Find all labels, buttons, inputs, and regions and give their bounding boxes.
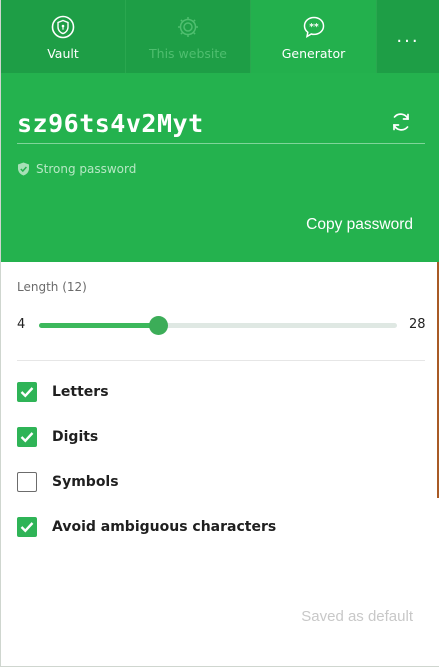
tab-this-website-label: This website xyxy=(149,46,227,61)
avoid-ambiguous-label: Avoid ambiguous characters xyxy=(52,519,277,535)
length-min: 4 xyxy=(17,317,26,332)
more-menu-button[interactable]: ... xyxy=(377,0,439,73)
more-icon: ... xyxy=(396,26,420,47)
tab-bar: Vault This website ** Generator ... xyxy=(1,0,439,73)
symbols-label: Symbols xyxy=(52,474,119,490)
check-icon xyxy=(20,522,34,533)
gear-icon xyxy=(178,17,198,37)
avoid-ambiguous-checkbox[interactable] xyxy=(17,517,37,537)
symbols-checkbox[interactable] xyxy=(17,472,37,492)
saved-as-default-button[interactable]: Saved as default xyxy=(301,608,413,625)
length-label: Length (12) xyxy=(17,280,87,294)
tab-generator-label: Generator xyxy=(281,46,346,61)
digits-label: Digits xyxy=(52,429,99,445)
tab-vault-label: Vault xyxy=(47,46,79,61)
password-underline xyxy=(17,143,425,144)
password-strength: Strong password xyxy=(17,162,136,176)
section-divider xyxy=(17,360,425,361)
copy-password-button[interactable]: Copy password xyxy=(306,216,413,234)
check-icon xyxy=(20,432,34,443)
password-popup: Vault This website ** Generator ... sz96… xyxy=(0,0,439,667)
option-letters[interactable]: Letters xyxy=(17,382,109,402)
strength-label: Strong password xyxy=(36,162,137,176)
letters-label: Letters xyxy=(52,384,109,400)
shield-keyhole-icon xyxy=(51,15,75,39)
length-slider-thumb[interactable] xyxy=(148,316,168,335)
letters-checkbox[interactable] xyxy=(17,382,37,402)
length-max: 28 xyxy=(409,317,426,332)
refresh-icon[interactable] xyxy=(389,110,413,134)
shield-check-icon xyxy=(18,162,29,176)
option-avoid-ambiguous[interactable]: Avoid ambiguous characters xyxy=(17,517,276,537)
tab-generator[interactable]: ** Generator xyxy=(251,0,377,73)
length-slider-fill xyxy=(39,323,159,328)
chat-password-icon: ** xyxy=(303,16,324,38)
svg-text:**: ** xyxy=(309,23,319,33)
background-edge xyxy=(437,262,439,498)
generated-password[interactable]: sz96ts4v2Myt xyxy=(17,109,377,138)
option-symbols[interactable]: Symbols xyxy=(17,472,119,492)
check-icon xyxy=(20,387,34,398)
tab-vault[interactable]: Vault xyxy=(1,0,126,73)
generator-panel: sz96ts4v2Myt Strong password Copy passwo… xyxy=(1,73,439,262)
digits-checkbox[interactable] xyxy=(17,427,37,447)
option-digits[interactable]: Digits xyxy=(17,427,98,447)
tab-this-website[interactable]: This website xyxy=(126,0,251,73)
